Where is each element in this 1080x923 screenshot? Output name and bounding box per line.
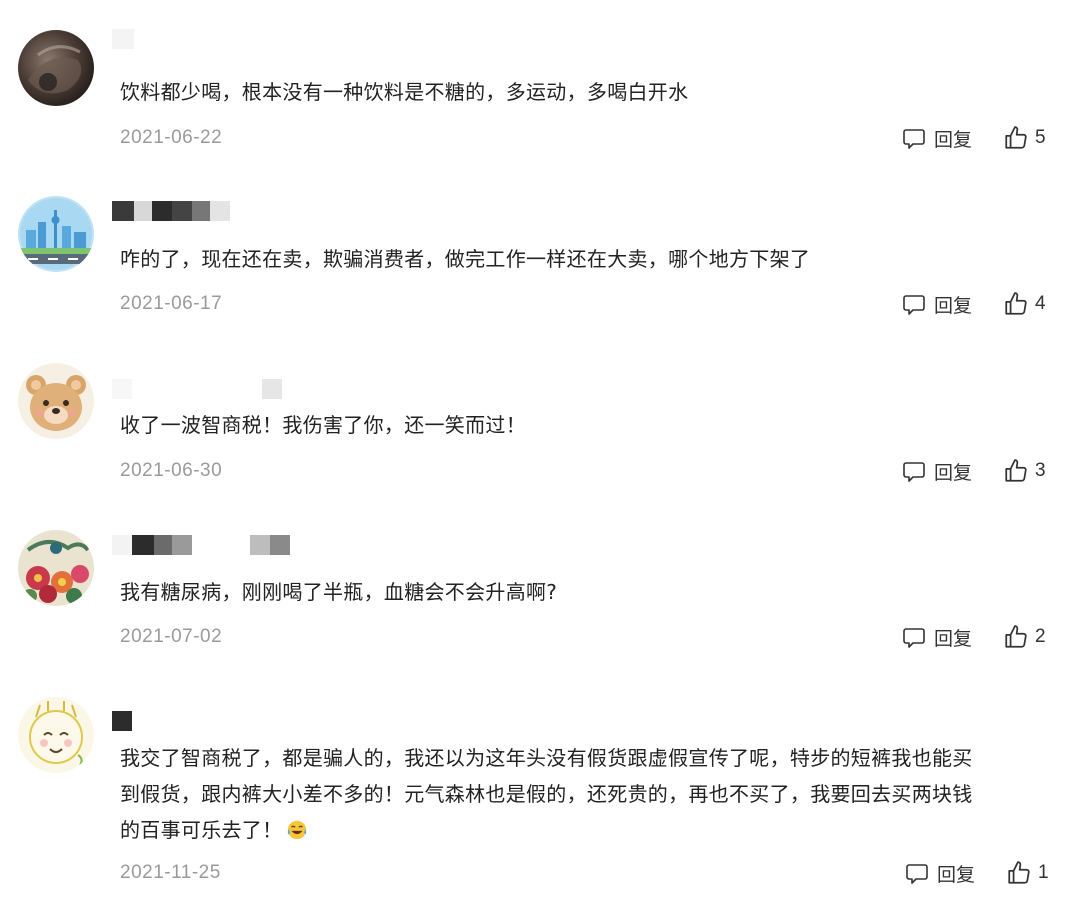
like-button[interactable]: 5: [1003, 125, 1046, 151]
avatar[interactable]: [18, 196, 94, 272]
reply-label: 回复: [934, 628, 973, 650]
like-button[interactable]: 3: [1003, 458, 1046, 484]
username-redacted: [112, 200, 230, 222]
like-button[interactable]: 4: [1003, 291, 1046, 317]
reply-label: 回复: [934, 129, 973, 151]
like-count: 3: [1035, 460, 1046, 481]
reply-label: 回复: [934, 462, 973, 484]
comment-date: 2021-06-30: [120, 460, 223, 481]
comment-text-line: 到假货，跟内裤大小差不多的！元气森林也是假的，还死贵的，再也不买了，我要回去买两…: [120, 782, 973, 806]
comment-date: 2021-07-02: [120, 626, 223, 647]
username-redacted: [112, 378, 282, 400]
avatar[interactable]: [18, 530, 94, 606]
username-redacted: [112, 28, 134, 50]
like-count: 2: [1035, 626, 1046, 647]
like-button[interactable]: 1: [1006, 860, 1049, 886]
thumbs-up-icon: [1005, 292, 1027, 315]
laughing-tears-emoji-icon: [288, 820, 307, 840]
comment-text: 我交了智商税了，都是骗人的，我还以为这年头没有假货跟虚假宣传了呢，特步的短裤我也…: [120, 740, 1056, 848]
comment-text-line: 的百事可乐去了！: [120, 818, 283, 842]
comment-text: 我有糖尿病，刚刚喝了半瓶，血糖会不会升高啊?: [120, 580, 558, 604]
thumbs-up-icon: [1005, 459, 1027, 482]
comment-text: 饮料都少喝，根本没有一种饮料是不糖的，多运动，多喝白开水: [120, 80, 689, 104]
reply-button[interactable]: 回复: [902, 624, 972, 651]
comment-text: 收了一波智商税！我伤害了你，还一笑而过！: [120, 413, 526, 437]
comment-text: 咋的了，现在还在卖，欺骗消费者，做完工作一样还在大卖，哪个地方下架了: [120, 247, 811, 271]
comment-date: 2021-11-25: [120, 862, 221, 883]
like-count: 5: [1035, 127, 1046, 148]
comment-bubble-icon: [903, 294, 925, 315]
like-count: 1: [1038, 862, 1049, 883]
comment-bubble-icon: [903, 461, 925, 482]
like-button[interactable]: 2: [1003, 624, 1046, 650]
like-count: 4: [1035, 293, 1046, 314]
thumbs-up-icon: [1005, 625, 1027, 648]
avatar[interactable]: [18, 697, 94, 773]
avatar[interactable]: [18, 30, 94, 106]
comment-bubble-icon: [903, 128, 925, 149]
comment-bubble-icon: [906, 863, 928, 884]
reply-button[interactable]: 回复: [902, 125, 972, 152]
reply-label: 回复: [934, 295, 973, 317]
comment-date: 2021-06-22: [120, 127, 223, 148]
reply-button[interactable]: 回复: [902, 291, 972, 318]
thumbs-up-icon: [1008, 861, 1030, 884]
comment-text-line-last: 的百事可乐去了！: [120, 812, 1056, 848]
username-redacted: [112, 534, 290, 556]
reply-button[interactable]: 回复: [905, 860, 975, 887]
reply-label: 回复: [937, 864, 976, 886]
username-redacted: [112, 710, 132, 732]
comment-bubble-icon: [903, 627, 925, 648]
reply-button[interactable]: 回复: [902, 458, 972, 485]
comment-date: 2021-06-17: [120, 293, 223, 314]
avatar[interactable]: [18, 363, 94, 439]
comment-text-line: 我交了智商税了，都是骗人的，我还以为这年头没有假货跟虚假宣传了呢，特步的短裤我也…: [120, 746, 973, 770]
thumbs-up-icon: [1005, 126, 1027, 149]
